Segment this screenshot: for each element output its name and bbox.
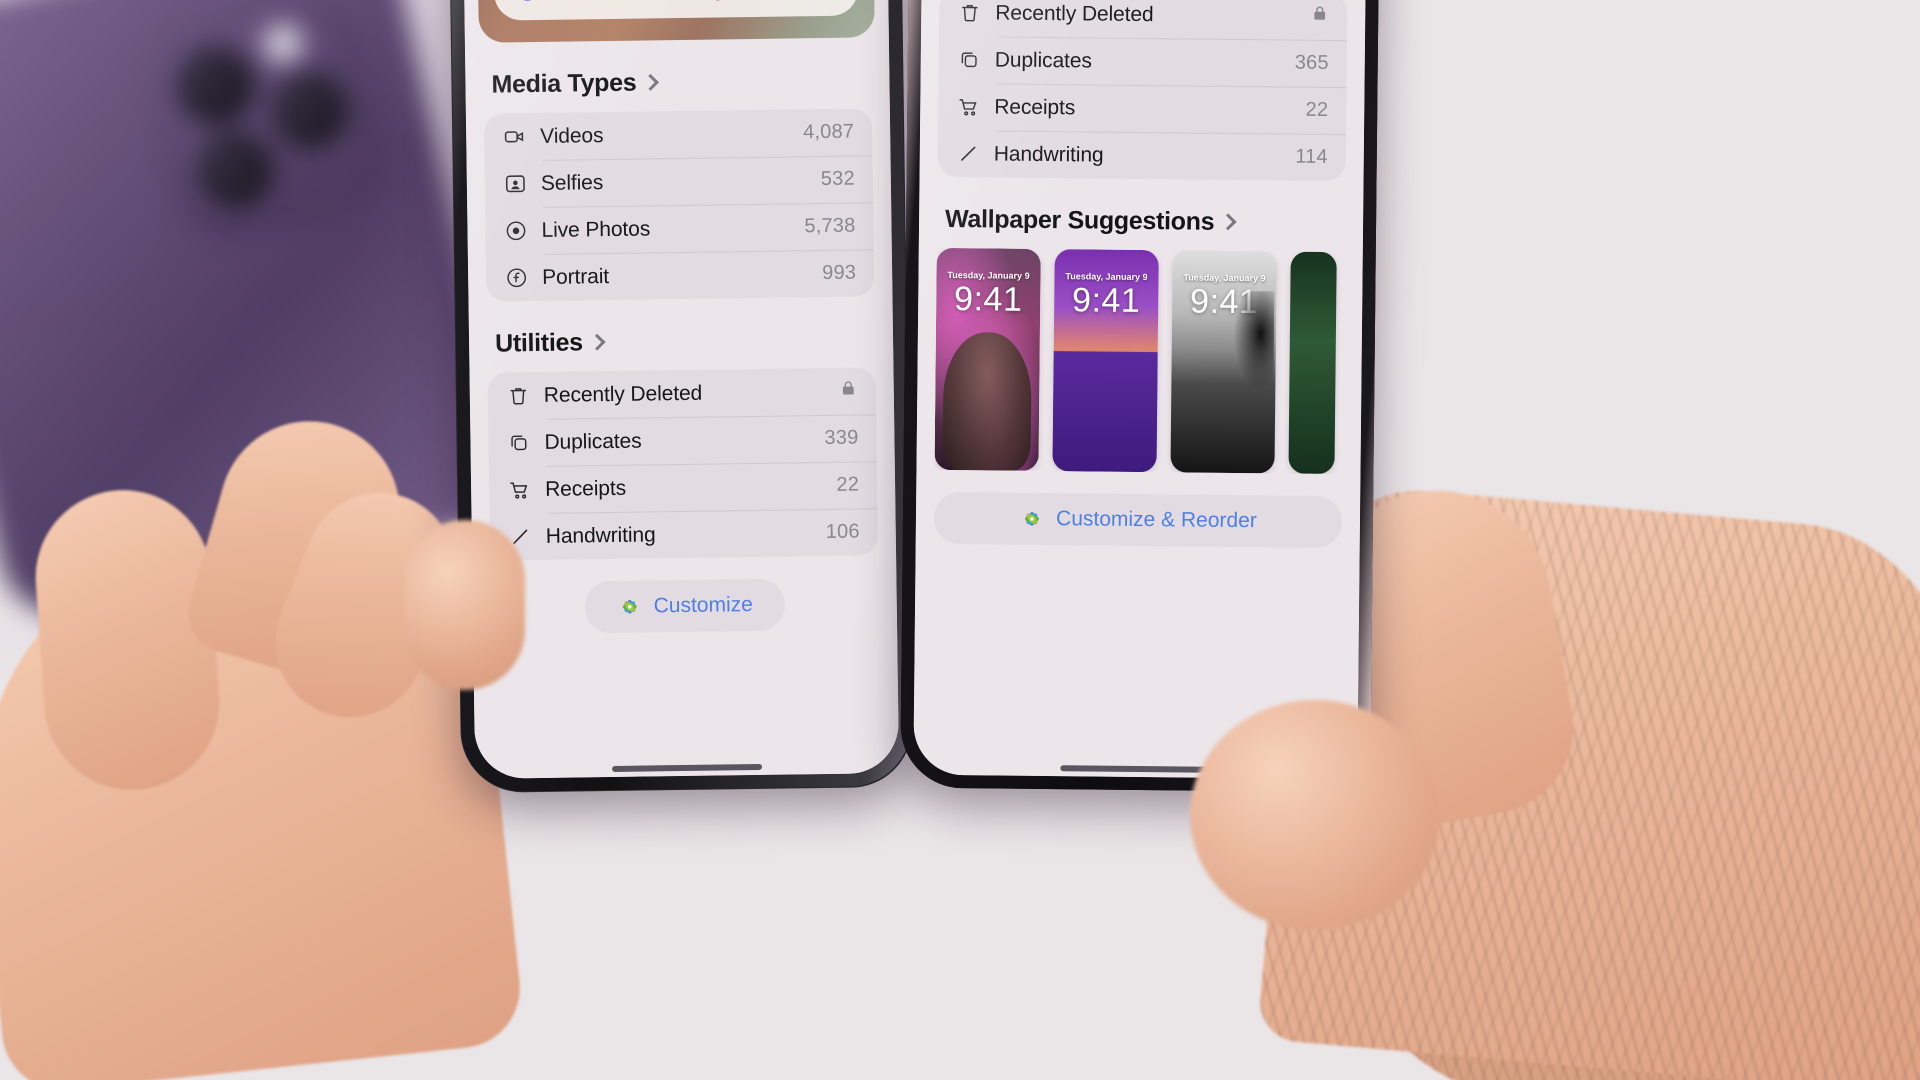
photos-app-icon: [616, 594, 642, 620]
list-item[interactable]: Recently Deleted: [488, 367, 877, 419]
describe-memory-input[interactable]: Describe a memory...: [493, 0, 859, 21]
photos-app-right: Portrait 993 Utilities Recently Deleted: [913, 0, 1367, 780]
live-photo-icon: [501, 219, 529, 242]
list-item-label: Receipts: [544, 476, 627, 501]
customize-button[interactable]: Customize: [584, 578, 786, 634]
handwriting-pen-icon: [954, 142, 982, 165]
chevron-right-icon: [1219, 212, 1237, 230]
list-item-label: Recently Deleted: [543, 381, 703, 407]
photos-app-icon: [1019, 506, 1045, 532]
wallpaper-suggestions-strip[interactable]: Tuesday, January 9 9:41 Tuesday, January…: [934, 247, 1344, 475]
list-item-label: Handwriting: [545, 522, 656, 548]
list-item-label: Live Photos: [541, 216, 651, 242]
describe-memory-placeholder: Describe a memory...: [552, 0, 741, 4]
video-camera-icon: [500, 125, 528, 148]
lock-icon: [839, 379, 858, 404]
wallpaper-time: 9:41: [1071, 281, 1141, 321]
memory-hero-card[interactable]: “St. Augustine in the Winter” Describe: [476, 0, 875, 43]
customize-reorder-button[interactable]: Customize & Reorder: [933, 491, 1343, 549]
chevron-right-icon: [588, 333, 606, 351]
portrait-f-icon: [502, 266, 530, 289]
customize-button-label: Customize: [653, 593, 754, 618]
right-thumb-over-screen: [1190, 700, 1440, 930]
wallpaper-thumbnail-purple-sunset[interactable]: Tuesday, January 9 9:41: [1052, 249, 1159, 473]
left-finger-over-bezel: [405, 520, 525, 690]
section-title: Utilities: [494, 328, 583, 358]
chevron-right-icon: [641, 73, 659, 91]
list-item[interactable]: Handwriting 114: [938, 130, 1346, 181]
list-item[interactable]: Portrait 993: [486, 249, 875, 301]
list-item-label: Recently Deleted: [995, 0, 1154, 26]
list-item-count: 22: [1305, 98, 1329, 121]
list-item-label: Videos: [540, 123, 604, 148]
photos-app-left: “St. Augustine in the Winter” Describe: [462, 0, 900, 779]
section-header-utilities[interactable]: Utilities: [495, 324, 875, 358]
list-item[interactable]: Receipts 22: [489, 461, 878, 513]
list-item[interactable]: Handwriting 106: [489, 508, 878, 560]
selfie-person-icon: [501, 172, 529, 195]
list-item-count: 339: [824, 426, 859, 450]
list-item-count: 365: [1294, 51, 1329, 74]
list-item-count: 532: [820, 167, 855, 191]
list-item[interactable]: Receipts 22: [938, 83, 1346, 134]
section-title: Media Types: [491, 68, 637, 99]
wallpaper-thumbnail-black-white-lake[interactable]: Tuesday, January 9 9:41: [1170, 250, 1277, 474]
list-item-label: Duplicates: [994, 47, 1092, 72]
utilities-list: Recently Deleted Duplicates 365 Receipts…: [937, 0, 1348, 182]
customize-reorder-button-label: Customize & Reorder: [1055, 507, 1257, 533]
left-phone-screen[interactable]: “St. Augustine in the Winter” Describe: [462, 0, 900, 779]
list-item-count: 114: [1295, 145, 1328, 168]
list-item-count: 4,087: [802, 120, 855, 144]
section-header-wallpaper-suggestions[interactable]: Wallpaper Suggestions: [945, 205, 1345, 238]
duplicates-icon: [955, 48, 983, 71]
right-iphone: Portrait 993 Utilities Recently Deleted: [900, 0, 1380, 793]
list-item-count: 22: [836, 473, 860, 496]
media-types-list: Videos 4,087 Selfies 532 Live Photos 5,7…: [483, 108, 875, 302]
left-iphone: “St. Augustine in the Winter” Describe: [448, 0, 914, 794]
list-item[interactable]: Live Photos 5,738: [485, 202, 874, 254]
list-item-count: 993: [822, 261, 857, 285]
lock-icon: [1310, 4, 1329, 29]
shopping-cart-icon: [505, 478, 533, 501]
list-item-count: 106: [825, 520, 860, 543]
left-index-finger: [29, 484, 226, 796]
list-item[interactable]: Selfies 532: [485, 155, 874, 207]
wallpaper-thumbnail-green-foliage[interactable]: [1288, 251, 1337, 475]
apple-intelligence-icon: [514, 0, 540, 6]
list-item-label: Duplicates: [544, 429, 642, 454]
shopping-cart-icon: [954, 95, 982, 118]
utilities-list: Recently Deleted Duplicates 339 Receipts…: [487, 367, 879, 561]
list-item-label: Portrait: [542, 264, 610, 289]
wallpaper-thumbnail-cat[interactable]: Tuesday, January 9 9:41: [934, 247, 1041, 471]
list-item[interactable]: Recently Deleted: [939, 0, 1347, 40]
wallpaper-time: 9:41: [1189, 282, 1259, 322]
list-item[interactable]: Duplicates 365: [939, 36, 1347, 87]
trash-icon: [504, 384, 532, 407]
list-item[interactable]: Videos 4,087: [484, 108, 873, 160]
trash-icon: [955, 1, 983, 24]
list-item-count: 5,738: [804, 214, 856, 238]
list-item-label: Handwriting: [993, 141, 1104, 167]
wallpaper-time: 9:41: [953, 280, 1023, 319]
section-title: Wallpaper Suggestions: [944, 204, 1215, 236]
list-item-label: Receipts: [994, 94, 1076, 119]
right-phone-screen[interactable]: Portrait 993 Utilities Recently Deleted: [913, 0, 1367, 780]
list-item-label: Selfies: [540, 170, 604, 195]
duplicates-icon: [504, 431, 532, 454]
list-item[interactable]: Duplicates 339: [488, 414, 877, 466]
section-header-media-types[interactable]: Media Types: [491, 65, 871, 99]
